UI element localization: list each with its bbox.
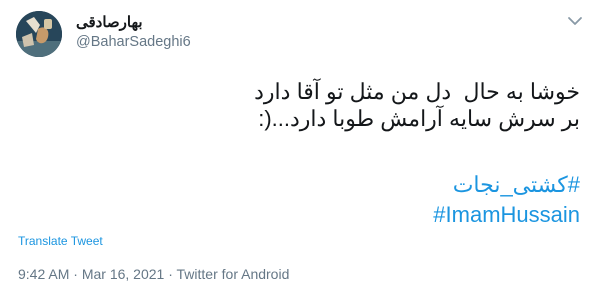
tweet-date[interactable]: Mar 16, 2021	[82, 266, 165, 282]
hashtag-list: #کشتی_نجات #ImamHussain	[40, 170, 580, 230]
tweet-card: بهارصادقی @BaharSadeghi6 خوشا به حال دل …	[0, 0, 600, 299]
tweet-time[interactable]: 9:42 AM	[18, 266, 69, 282]
tweet-text: خوشا به حال دل من مثل تو آقا دارد بر سرش…	[40, 78, 580, 132]
hashtag-link[interactable]: #کشتی_نجات	[40, 170, 580, 200]
tweet-source: Twitter for Android	[176, 266, 290, 282]
author-handle[interactable]: @BaharSadeghi6	[76, 34, 191, 50]
avatar-image	[16, 11, 62, 57]
tweet-text-line: خوشا به حال دل من مثل تو آقا دارد	[254, 79, 580, 104]
translate-tweet-link[interactable]: Translate Tweet	[18, 234, 103, 248]
tweet-text-line: بر سرش سایه آرامش طوبا دارد...(:	[258, 106, 580, 131]
separator: ·	[69, 266, 82, 282]
author-display-name[interactable]: بهارصادقی	[76, 13, 143, 31]
separator: ·	[164, 266, 177, 282]
hashtag-link[interactable]: #ImamHussain	[40, 200, 580, 230]
tweet-metadata: 9:42 AM · Mar 16, 2021 · Twitter for And…	[18, 266, 289, 282]
avatar[interactable]	[16, 11, 62, 57]
chevron-down-icon[interactable]	[566, 14, 584, 28]
